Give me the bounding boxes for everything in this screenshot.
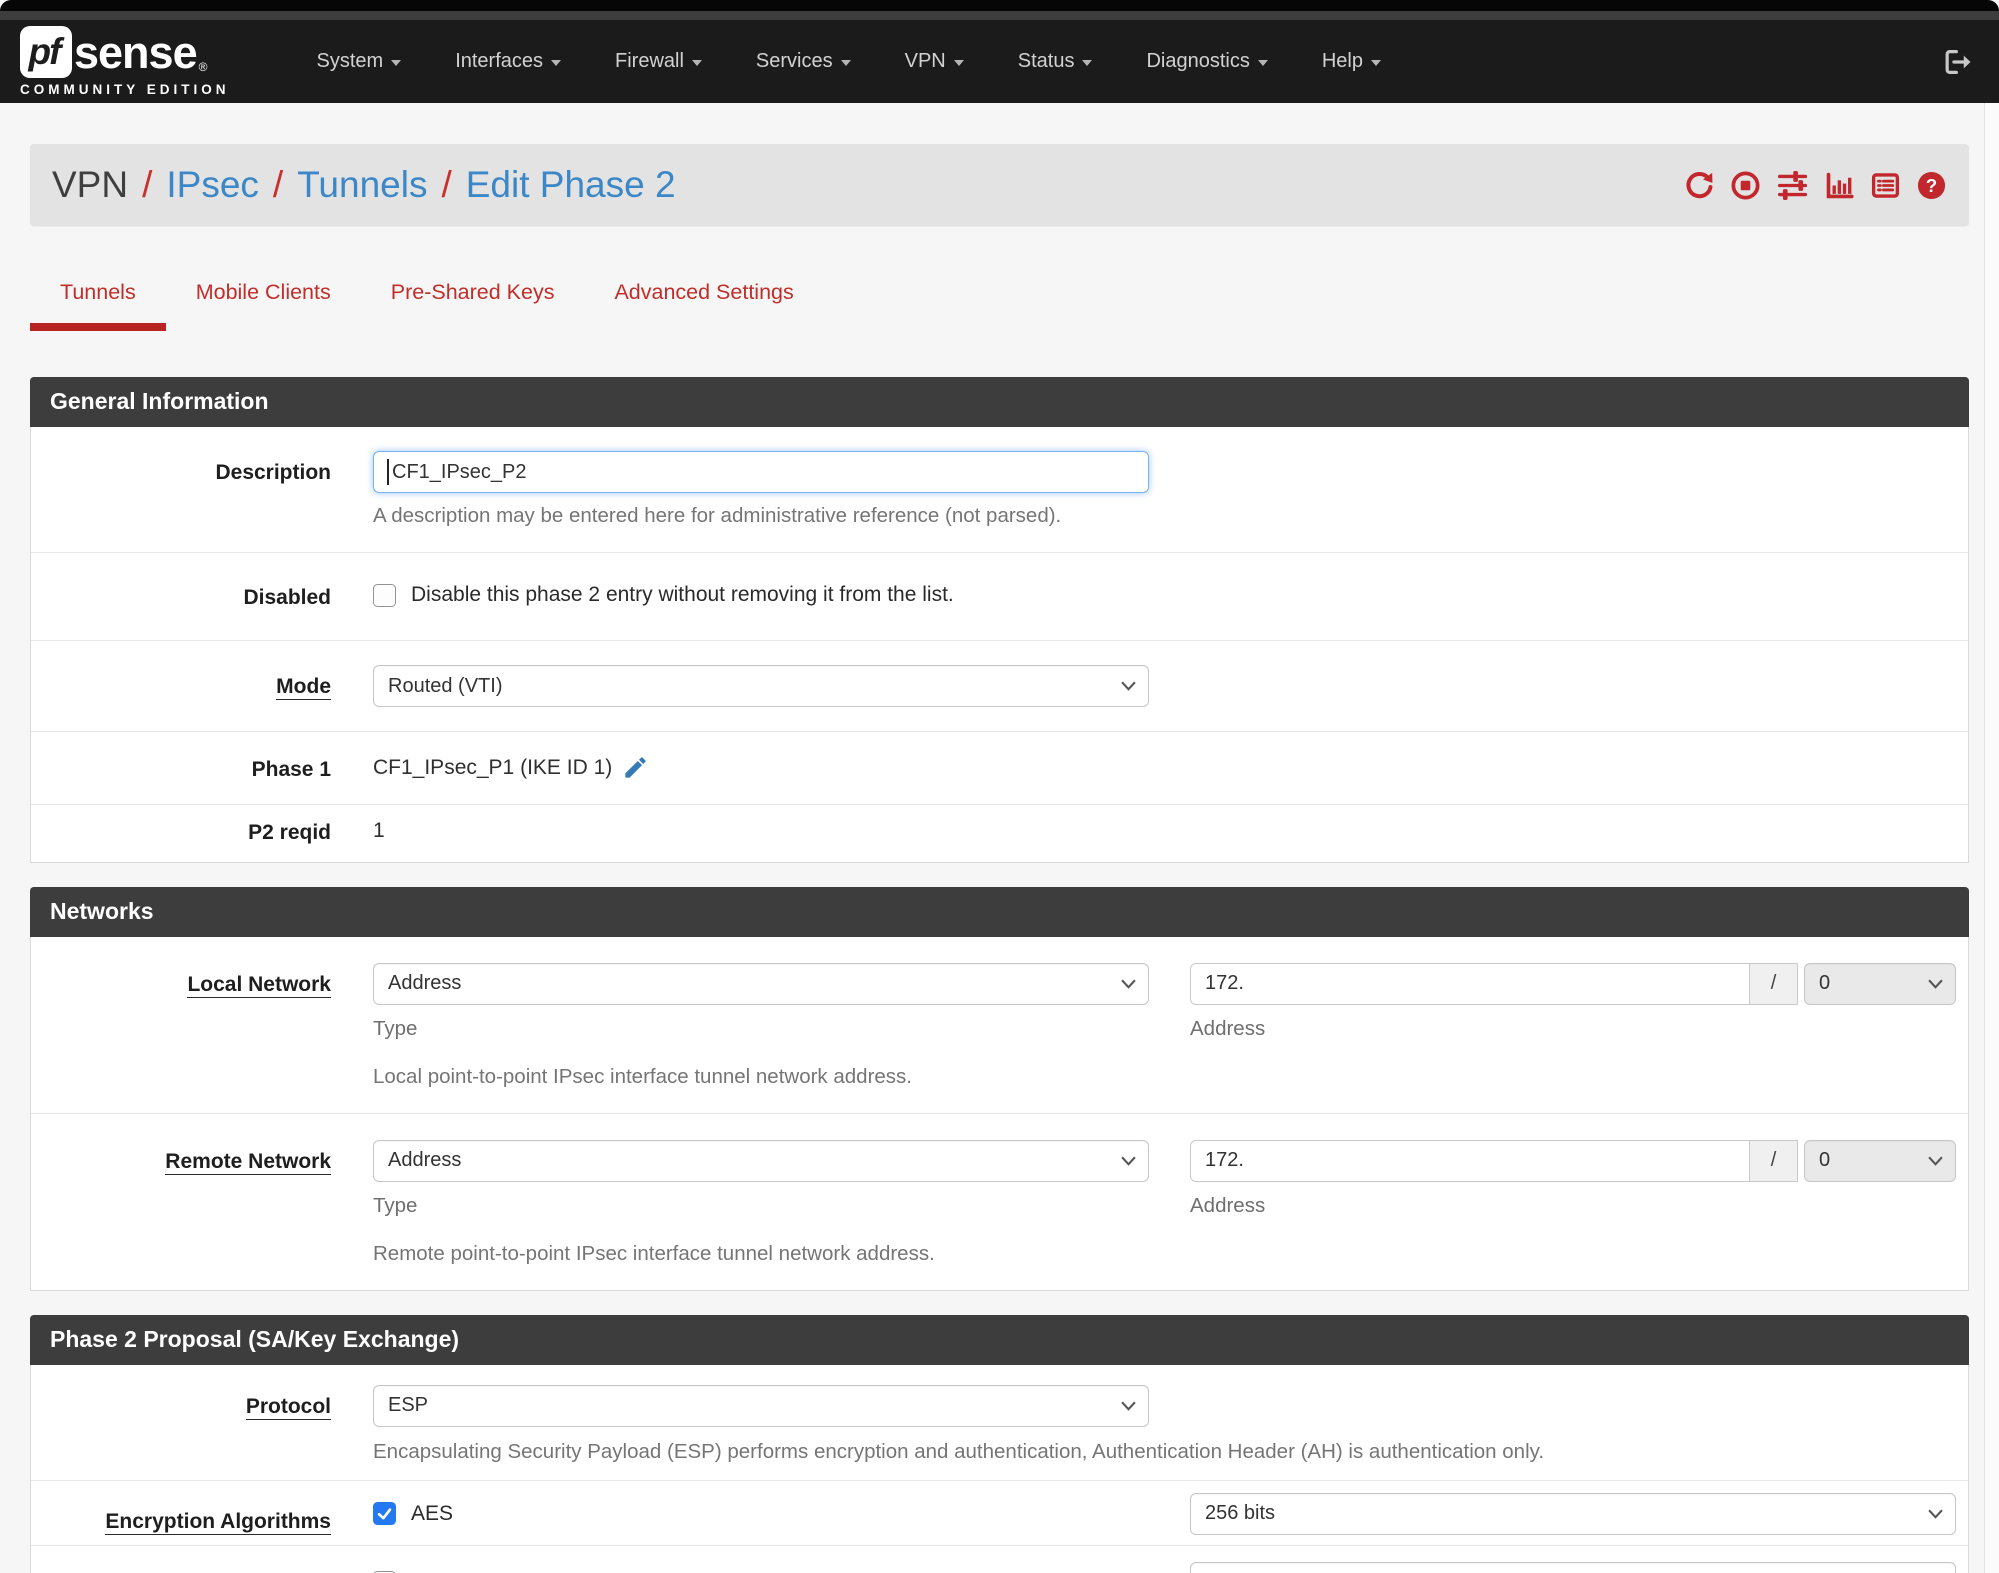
list-icon[interactable] <box>1870 170 1901 201</box>
chevron-down-icon <box>1121 979 1136 989</box>
chevron-down-icon <box>1928 1509 1943 1519</box>
p2reqid-value: 1 <box>373 819 385 843</box>
brand-edition: COMMUNITY EDITION <box>20 82 230 97</box>
row-mode: Mode Routed (VTI) <box>31 640 1968 731</box>
chevron-down-icon <box>1082 60 1093 66</box>
row-phase1: Phase 1 CF1_IPsec_P1 (IKE ID 1) <box>31 731 1968 804</box>
chevron-down-icon <box>691 60 702 66</box>
mode-select[interactable]: Routed (VTI) <box>373 665 1149 708</box>
refresh-icon[interactable] <box>1684 170 1715 201</box>
chevron-down-icon <box>1928 1156 1943 1166</box>
prefix-separator: / <box>1750 962 1798 1005</box>
row-local-network: Local Network Address Type / <box>31 937 1968 1113</box>
protocol-help: Encapsulating Security Payload (ESP) per… <box>373 1439 1545 1463</box>
row-protocol: Protocol ESP Encapsulating Security Payl… <box>31 1365 1968 1480</box>
aes-label: AES <box>411 1501 454 1525</box>
breadcrumb: VPN / IPsec / Tunnels / Edit Phase 2 <box>52 164 676 206</box>
aes128gcm-keylength-select[interactable]: Auto <box>1190 1561 1956 1573</box>
sliders-icon[interactable] <box>1776 170 1809 201</box>
bar-chart-icon[interactable] <box>1824 170 1855 201</box>
panel-title: Networks <box>30 886 1969 937</box>
description-input-field[interactable] <box>373 451 1149 493</box>
browser-window-edge <box>0 0 1999 11</box>
window-strip <box>0 11 1999 20</box>
description-help: A description may be entered here for ad… <box>373 504 1062 527</box>
breadcrumb-tunnels-link[interactable]: Tunnels <box>297 164 427 206</box>
pf-logo-mark: pf <box>20 26 72 78</box>
panel-networks: Networks Local Network Address Type 172.… <box>30 886 1969 1291</box>
scrollbar-gutter[interactable] <box>1984 103 1999 1573</box>
remote-network-prefix-select[interactable]: 0 <box>1804 1139 1956 1182</box>
prefix-separator: / <box>1750 1139 1798 1182</box>
chevron-down-icon <box>840 60 851 66</box>
breadcrumb-vpn: VPN <box>52 164 129 205</box>
chevron-down-icon <box>1370 60 1381 66</box>
panel-general-information: General Information Description A descri… <box>30 377 1969 863</box>
disabled-checkbox-label: Disable this phase 2 entry without remov… <box>411 583 954 606</box>
disabled-checkbox[interactable] <box>373 583 396 607</box>
row-encryption-aes128gcm: AES128-GCM Auto <box>31 1544 1968 1573</box>
nav-item-vpn[interactable]: VPN <box>878 50 991 73</box>
chevron-down-icon <box>391 60 402 66</box>
type-caption: Type <box>373 1193 418 1217</box>
remote-network-type-select[interactable]: Address <box>373 1139 1149 1182</box>
remote-network-help: Remote point-to-point IPsec interface tu… <box>373 1241 935 1265</box>
breadcrumb-bar: VPN / IPsec / Tunnels / Edit Phase 2 ? <box>30 144 1969 226</box>
local-network-address-input[interactable] <box>1190 962 1750 1005</box>
tab-mobile-clients[interactable]: Mobile Clients <box>166 264 361 331</box>
stop-icon[interactable] <box>1730 170 1761 201</box>
row-encryption-aes: Encryption Algorithms AES 256 bits <box>31 1479 1968 1545</box>
section-tabs: Tunnels Mobile Clients Pre-Shared Keys A… <box>30 264 1969 331</box>
row-remote-network: Remote Network Address Type / <box>31 1112 1968 1290</box>
phase1-value: CF1_IPsec_P1 (IKE ID 1) <box>373 755 613 779</box>
nav-menu: System Interfaces Firewall Services VPN … <box>290 50 1942 73</box>
remote-network-address-input[interactable] <box>1190 1139 1750 1182</box>
aes-keylength-select[interactable]: 256 bits <box>1190 1492 1956 1535</box>
top-navbar: pf sense ® COMMUNITY EDITION System Inte… <box>0 20 1999 103</box>
tab-pre-shared-keys[interactable]: Pre-Shared Keys <box>361 264 585 331</box>
pfsense-logo[interactable]: pf sense ® COMMUNITY EDITION <box>20 26 230 97</box>
registered-mark: ® <box>198 60 208 74</box>
panel-phase2-proposal: Phase 2 Proposal (SA/Key Exchange) Proto… <box>30 1314 1969 1573</box>
tab-tunnels[interactable]: Tunnels <box>30 264 166 331</box>
chevron-down-icon <box>551 60 562 66</box>
chevron-down-icon <box>953 60 964 66</box>
chevron-down-icon <box>1121 1156 1136 1166</box>
nav-item-status[interactable]: Status <box>991 50 1120 73</box>
panel-title: Phase 2 Proposal (SA/Key Exchange) <box>30 1314 1969 1365</box>
local-network-prefix-select[interactable]: 0 <box>1804 962 1956 1005</box>
type-caption: Type <box>373 1016 418 1040</box>
tab-advanced-settings[interactable]: Advanced Settings <box>584 264 823 331</box>
local-network-help: Local point-to-point IPsec interface tun… <box>373 1064 912 1088</box>
nav-item-diagnostics[interactable]: Diagnostics <box>1119 50 1294 73</box>
nav-item-help[interactable]: Help <box>1295 50 1408 73</box>
chevron-down-icon <box>1121 681 1136 691</box>
protocol-select[interactable]: ESP <box>373 1384 1149 1427</box>
address-caption: Address <box>1190 1016 1266 1040</box>
nav-item-firewall[interactable]: Firewall <box>588 50 729 73</box>
chevron-down-icon <box>1928 979 1943 989</box>
address-caption: Address <box>1190 1193 1266 1217</box>
chevron-down-icon <box>1121 1401 1136 1411</box>
nav-item-interfaces[interactable]: Interfaces <box>428 50 588 73</box>
text-cursor <box>387 459 389 485</box>
panel-title: General Information <box>30 377 1969 427</box>
aes-checkbox[interactable] <box>373 1502 396 1526</box>
nav-item-system[interactable]: System <box>290 50 429 73</box>
help-icon[interactable]: ? <box>1916 170 1947 201</box>
brand-name: sense <box>74 26 198 78</box>
row-disabled: Disabled Disable this phase 2 entry with… <box>31 552 1968 640</box>
logout-icon[interactable] <box>1941 47 1973 77</box>
edit-pencil-icon[interactable] <box>622 754 649 781</box>
row-p2reqid: P2 reqid 1 <box>31 804 1968 861</box>
row-description: Description A description may be entered… <box>31 427 1968 552</box>
nav-item-services[interactable]: Services <box>729 50 878 73</box>
breadcrumb-edit-phase2[interactable]: Edit Phase 2 <box>466 164 676 206</box>
svg-text:?: ? <box>1926 174 1937 195</box>
breadcrumb-ipsec-link[interactable]: IPsec <box>166 164 259 206</box>
description-input[interactable] <box>373 451 1149 493</box>
chevron-down-icon <box>1257 60 1268 66</box>
local-network-type-select[interactable]: Address <box>373 962 1149 1005</box>
